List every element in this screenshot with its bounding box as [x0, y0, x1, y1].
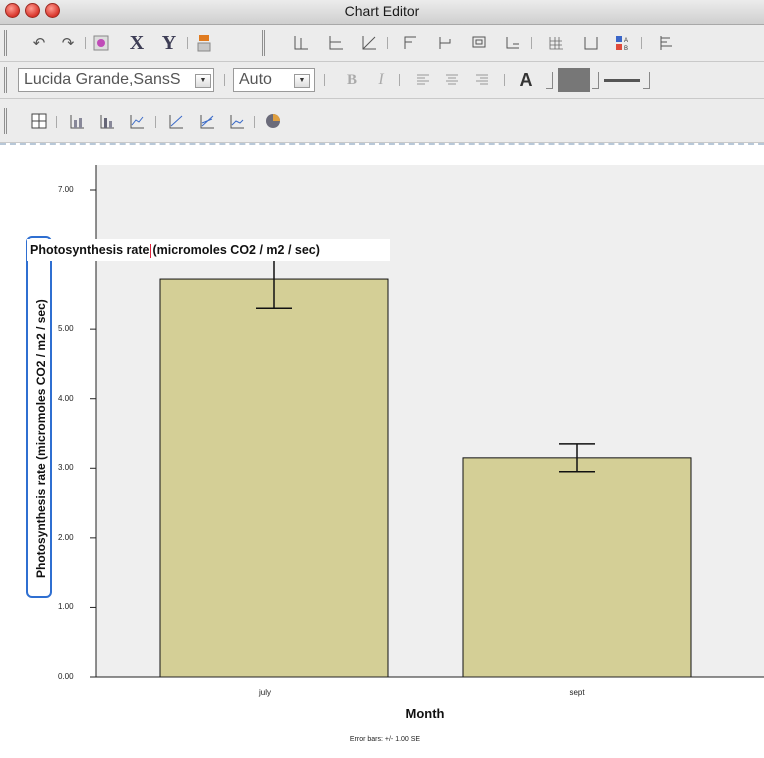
edit-text-after-caret: (micromoles CO2 / m2 / sec) — [152, 243, 320, 257]
y-axis-title: Photosynthesis rate (micromoles CO2 / m2… — [34, 299, 48, 578]
x-tick-label: july — [258, 688, 271, 697]
title-edit-field[interactable]: Photosynthesis rate (micromoles CO2 / m2 … — [27, 239, 390, 261]
y-tick-label: 3.00 — [58, 463, 74, 473]
chart-svg — [90, 165, 764, 678]
y-tick-label: 1.00 — [58, 602, 74, 612]
y-tick-label: 5.00 — [58, 324, 74, 334]
error-bar-footnote[interactable]: Error bars: +/- 1.00 SE — [300, 736, 470, 743]
y-tick-label: 2.00 — [58, 532, 74, 542]
y-tick-label: 4.00 — [58, 393, 74, 403]
x-tick-label: sept — [569, 688, 585, 697]
y-tick-label: 7.00 — [58, 185, 74, 194]
y-tick-label: 0.00 — [58, 672, 74, 681]
y-axis-title-box[interactable]: Photosynthesis rate (micromoles CO2 / m2… — [26, 236, 52, 598]
bar-july[interactable] — [159, 278, 389, 678]
edit-text-before-caret: Photosynthesis rate — [30, 243, 150, 257]
bar-sept[interactable] — [462, 457, 692, 678]
x-axis-title[interactable]: Month — [380, 706, 470, 721]
